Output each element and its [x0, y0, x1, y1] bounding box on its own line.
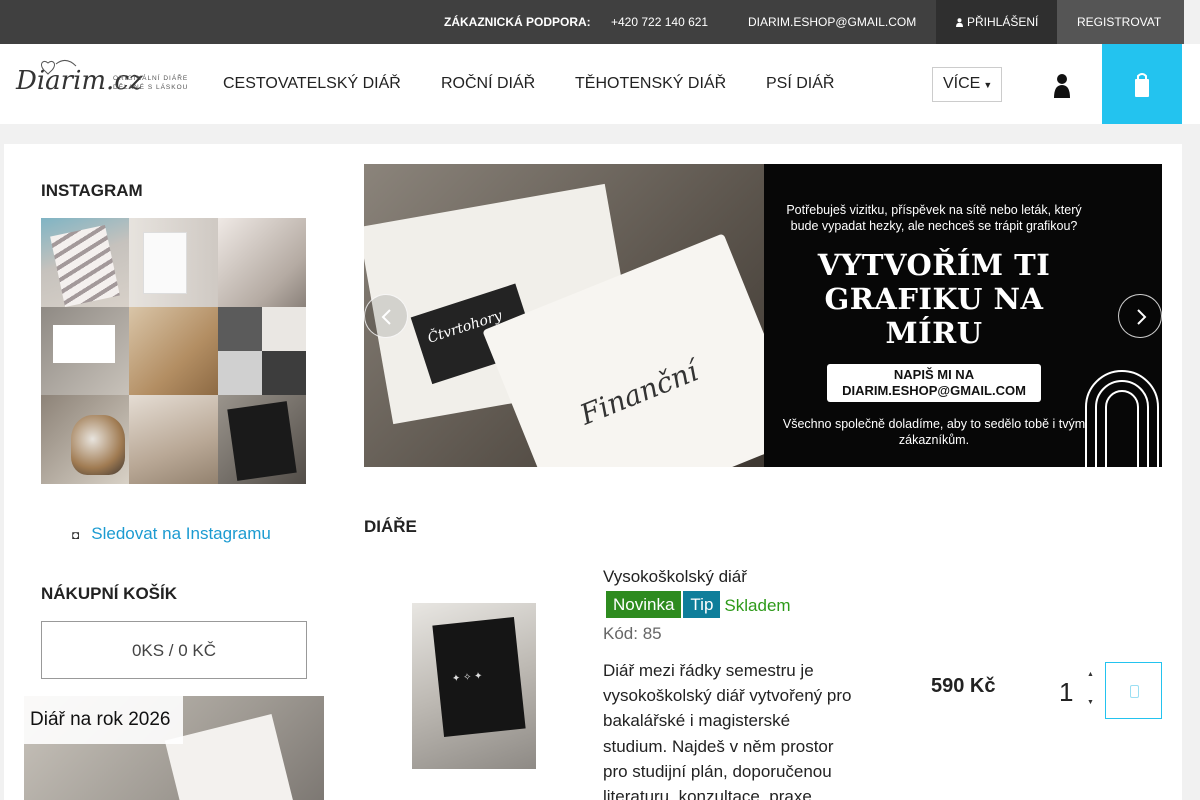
cart-title: NÁKUPNÍ KOŠÍK: [41, 584, 178, 603]
badge-new: Novinka: [606, 591, 682, 618]
banner-cta: NAPIŠ MI NA DIARIM.ESHOP@GMAIL.COM: [827, 364, 1041, 402]
banner-cta-line-1: NAPIŠ MI NA: [893, 367, 975, 382]
instagram-title: INSTAGRAM: [41, 181, 143, 200]
product-badges: Novinka Tip Skladem: [606, 591, 791, 618]
logo-tagline: ORIGINÁLNÍ DIÁŘE DĚLANÉ S LÁSKOU: [113, 75, 189, 91]
banner-book-title-2: Finanční: [575, 354, 703, 432]
nav-item-travel-diary[interactable]: CESTOVATELSKÝ DIÁŘ: [223, 75, 401, 93]
badge-tip: Tip: [683, 591, 721, 618]
quantity-input[interactable]: 1: [1059, 677, 1073, 708]
product-image-stars: ✦ ✧ ✦: [451, 670, 484, 685]
stock-status: Skladem: [724, 596, 791, 615]
quantity-increase-icon[interactable]: ▲: [1087, 671, 1094, 679]
product-description: Diář mezi řádky semestru je vysokoškolsk…: [603, 661, 852, 800]
top-bar: ZÁKAZNICKÁ PODPORA: +420 722 140 621 DIA…: [0, 0, 1200, 44]
instagram-photo[interactable]: [129, 306, 218, 396]
more-menu-button[interactable]: VÍCE ▼: [932, 67, 1002, 102]
instagram-photo[interactable]: [41, 395, 130, 484]
login-label: PŘIHLÁŠENÍ: [967, 15, 1039, 29]
nav-item-annual-diary[interactable]: ROČNÍ DIÁŘ: [441, 75, 535, 93]
support-phone[interactable]: +420 722 140 621: [611, 15, 708, 29]
product-code: Kód: 85: [603, 624, 662, 643]
chevron-down-icon: ▼: [983, 80, 993, 90]
banner-headline-2: GRAFIKU NA MÍRU: [824, 282, 1044, 350]
section-title: DIÁŘE: [364, 517, 417, 536]
instagram-grid: [41, 218, 306, 484]
product-name-link[interactable]: Vysokoškolský diář: [603, 567, 747, 587]
quantity-decrease-icon[interactable]: ▼: [1087, 699, 1094, 707]
instagram-photo[interactable]: [129, 395, 218, 484]
promo-label: Diář na rok 2026: [24, 696, 183, 744]
cart-summary[interactable]: 0KS / 0 KČ: [41, 621, 307, 679]
banner-prev-button[interactable]: [364, 294, 408, 338]
instagram-photo[interactable]: [217, 395, 306, 484]
instagram-icon: ◘: [72, 528, 80, 542]
instagram-photo[interactable]: [41, 306, 130, 396]
instagram-photo[interactable]: [217, 218, 306, 307]
promo-banner[interactable]: Diář na rok 2026: [24, 696, 324, 800]
nav-item-pregnancy-diary[interactable]: TĚHOTENSKÝ DIÁŘ: [575, 75, 726, 93]
more-label: VÍCE: [943, 75, 981, 92]
cart-add-icon: [1130, 685, 1139, 698]
banner-headline-1: VYTVOŘÍM TI: [817, 248, 1051, 282]
banner-text: Potřebuješ vizitku, příspěvek na sítě ne…: [774, 202, 1094, 448]
follow-label: Sledovat na Instagramu: [91, 524, 271, 543]
follow-instagram-link[interactable]: ◘ Sledovat na Instagramu: [72, 524, 271, 544]
topbar-gap: [1184, 0, 1200, 44]
person-icon[interactable]: [1054, 72, 1070, 98]
cart-icon: [1135, 73, 1149, 97]
cart-button[interactable]: [1102, 44, 1182, 124]
nav-item-dog-diary[interactable]: PSÍ DIÁŘ: [766, 75, 834, 93]
register-label: REGISTROVAT: [1077, 15, 1162, 29]
product-image[interactable]: ✦ ✧ ✦: [412, 603, 536, 769]
banner-outro: Všechno společně doladíme, aby to sedělo…: [782, 417, 1086, 447]
instagram-photo[interactable]: [217, 306, 306, 396]
chevron-left-icon: [381, 309, 391, 325]
product-price: 590 Kč: [931, 675, 996, 697]
support-label: ZÁKAZNICKÁ PODPORA:: [444, 15, 591, 29]
register-button[interactable]: REGISTROVAT: [1057, 0, 1184, 44]
banner-intro: Potřebuješ vizitku, příspěvek na sítě ne…: [786, 203, 1082, 233]
add-to-cart-button[interactable]: [1105, 662, 1162, 719]
user-icon: [956, 18, 963, 27]
banner-cta-line-2: DIARIM.ESHOP@GMAIL.COM: [842, 383, 1026, 398]
chevron-right-icon: [1137, 309, 1147, 325]
instagram-photo[interactable]: [129, 218, 218, 307]
main-header: Diarim.cz ORIGINÁLNÍ DIÁŘE DĚLANÉ S LÁSK…: [0, 44, 1200, 124]
instagram-photo[interactable]: [41, 218, 130, 307]
logo[interactable]: Diarim.cz ORIGINÁLNÍ DIÁŘE DĚLANÉ S LÁSK…: [16, 60, 198, 106]
hero-banner[interactable]: Čtvrtohory Finanční Potřebuješ vizitku, …: [364, 164, 1162, 467]
login-button[interactable]: PŘIHLÁŠENÍ: [936, 0, 1057, 44]
support-email[interactable]: DIARIM.ESHOP@GMAIL.COM: [748, 15, 916, 29]
banner-next-button[interactable]: [1118, 294, 1162, 338]
arch-decoration-icon: [1085, 370, 1159, 467]
